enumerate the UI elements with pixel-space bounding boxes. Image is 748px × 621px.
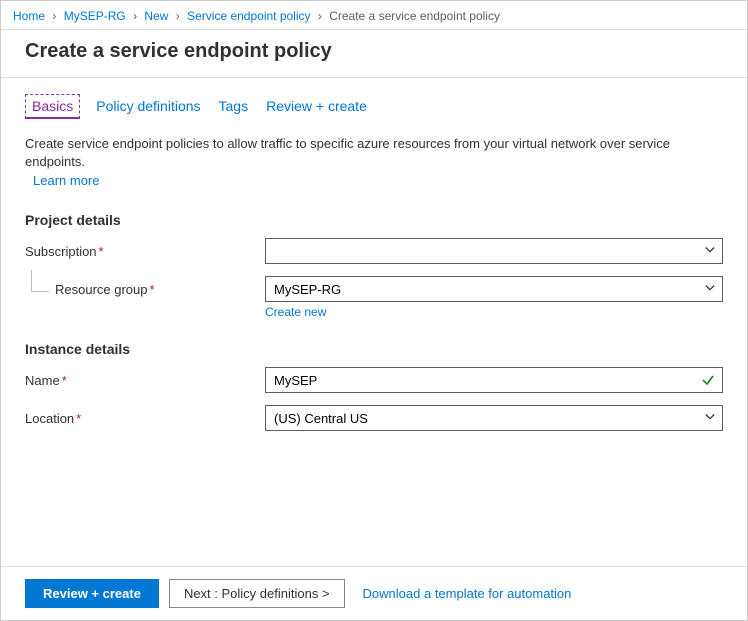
- chevron-right-icon: ›: [133, 9, 137, 23]
- breadcrumb-sep-policy[interactable]: Service endpoint policy: [187, 9, 310, 23]
- next-button[interactable]: Next : Policy definitions >: [169, 579, 345, 608]
- tab-tags[interactable]: Tags: [217, 94, 251, 119]
- chevron-right-icon: ›: [52, 9, 56, 23]
- subscription-label: Subscription*: [25, 244, 265, 259]
- breadcrumb-new[interactable]: New: [144, 9, 168, 23]
- location-label: Location*: [25, 411, 265, 426]
- breadcrumb-current: Create a service endpoint policy: [329, 9, 500, 23]
- tree-line-icon: [31, 270, 49, 292]
- footer: Review + create Next : Policy definition…: [1, 566, 747, 620]
- instance-details-heading: Instance details: [25, 341, 723, 357]
- name-input[interactable]: [265, 367, 723, 393]
- required-icon: *: [99, 244, 104, 259]
- breadcrumb-rg[interactable]: MySEP-RG: [64, 9, 126, 23]
- tab-review-create[interactable]: Review + create: [264, 94, 369, 119]
- tabs: Basics Policy definitions Tags Review + …: [25, 78, 723, 119]
- resource-group-select[interactable]: [265, 276, 723, 302]
- required-icon: *: [150, 282, 155, 297]
- breadcrumb: Home › MySEP-RG › New › Service endpoint…: [1, 1, 747, 30]
- create-new-link[interactable]: Create new: [265, 305, 326, 319]
- description-text: Create service endpoint policies to allo…: [25, 135, 723, 171]
- project-details-heading: Project details: [25, 212, 723, 228]
- review-create-button[interactable]: Review + create: [25, 579, 159, 608]
- tab-basics[interactable]: Basics: [25, 94, 80, 119]
- resource-group-label: Resource group*: [25, 282, 265, 297]
- required-icon: *: [76, 411, 81, 426]
- chevron-right-icon: ›: [318, 9, 322, 23]
- name-label: Name*: [25, 373, 265, 388]
- download-template-link[interactable]: Download a template for automation: [363, 586, 572, 601]
- chevron-right-icon: ›: [176, 9, 180, 23]
- learn-more-link[interactable]: Learn more: [33, 173, 99, 188]
- breadcrumb-home[interactable]: Home: [13, 9, 45, 23]
- tab-policy-definitions[interactable]: Policy definitions: [94, 94, 202, 119]
- required-icon: *: [62, 373, 67, 388]
- page-title: Create a service endpoint policy: [1, 30, 747, 77]
- subscription-select[interactable]: [265, 238, 723, 264]
- location-select[interactable]: [265, 405, 723, 431]
